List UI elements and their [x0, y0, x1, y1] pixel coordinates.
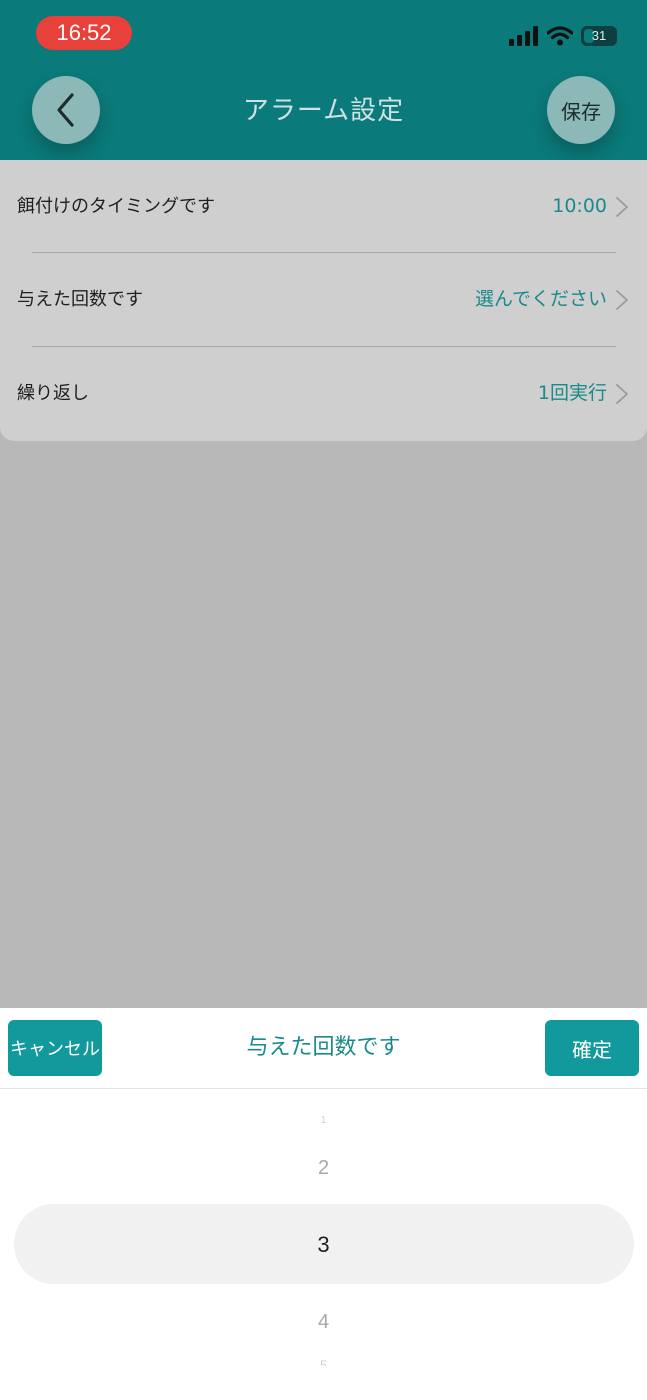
battery-level: 31	[591, 28, 607, 43]
app-header: 16:52 31 アラーム設定 保存	[0, 0, 647, 160]
chevron-right-icon	[616, 384, 628, 404]
chevron-right-icon	[616, 197, 628, 217]
setting-row-feeding-time[interactable]: 餌付けのタイミングです 10:00	[0, 160, 647, 253]
picker-option[interactable]: 2	[0, 1156, 647, 1180]
status-icons: 31	[509, 24, 617, 48]
setting-value: 1回実行	[537, 382, 607, 404]
confirm-button[interactable]: 確定	[545, 1020, 639, 1076]
chevron-right-icon	[616, 290, 628, 310]
setting-label: 与えた回数です	[17, 289, 143, 310]
setting-row-feed-count[interactable]: 与えた回数です 選んでください	[0, 253, 647, 346]
settings-card: 餌付けのタイミングです 10:00 与えた回数です 選んでください 繰り返し 1…	[0, 160, 647, 441]
status-time: 16:52	[36, 16, 132, 50]
picker-sheet: キャンセル 与えた回数です 確定 1 2 3 4 5	[0, 1008, 647, 1400]
signal-icon	[509, 26, 538, 46]
picker-toolbar: キャンセル 与えた回数です 確定	[0, 1008, 647, 1089]
picker-option[interactable]: 1	[0, 1114, 647, 1128]
wifi-icon	[547, 26, 573, 46]
save-button[interactable]: 保存	[547, 76, 615, 144]
setting-value: 10:00	[552, 195, 607, 217]
setting-label: 餌付けのタイミングです	[17, 196, 215, 217]
battery-icon: 31	[581, 26, 617, 46]
picker-option[interactable]: 5	[0, 1358, 647, 1366]
picker-option-selected[interactable]: 3	[0, 1232, 647, 1258]
setting-row-repeat[interactable]: 繰り返し 1回実行	[0, 347, 647, 440]
setting-label: 繰り返し	[17, 383, 89, 404]
setting-value: 選んでください	[474, 288, 607, 310]
save-button-label: 保存	[561, 99, 601, 124]
picker-option[interactable]: 4	[0, 1310, 647, 1334]
